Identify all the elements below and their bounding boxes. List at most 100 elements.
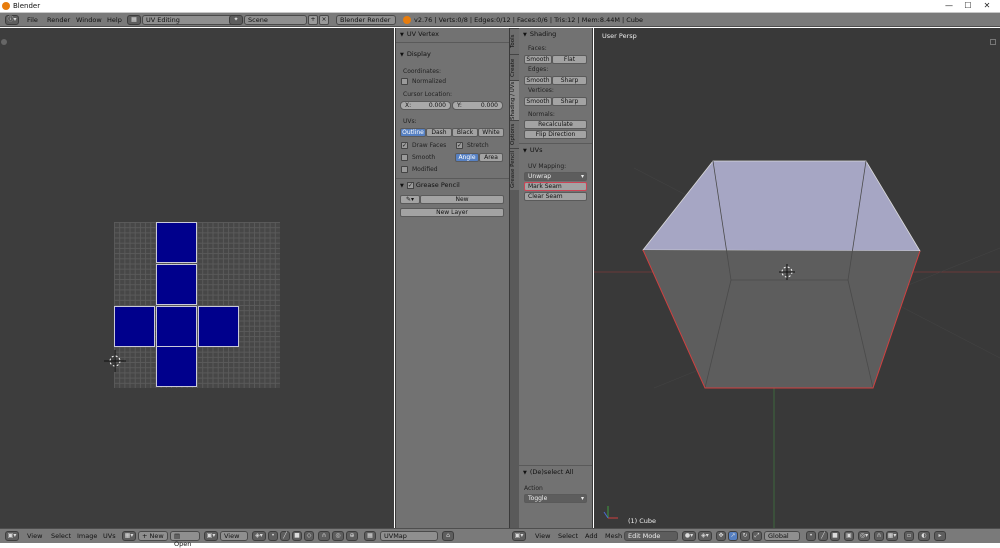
vertices-smooth-button[interactable]: Smooth [524,97,552,106]
deselect-all-header[interactable]: ▼ (De)select All [519,466,592,478]
pivot-icon[interactable]: ▣▾ [204,531,218,541]
menu-render[interactable]: Render [47,16,70,24]
editor-type-icon[interactable]: ⓘ▾ [5,15,19,25]
uv-menu-view[interactable]: View [27,532,42,540]
menu-help[interactable]: Help [107,16,122,24]
shading-mode-icon[interactable]: ●▾ [682,531,696,541]
image-browse-icon[interactable]: ▦▾ [122,531,136,541]
uv-face[interactable] [156,264,197,305]
area-corner-icon[interactable] [1,39,7,45]
render-engine-dropdown[interactable]: Blender Render [336,15,396,25]
scene-icon[interactable]: ✦ [229,15,243,25]
uv-dash-button[interactable]: Dash [426,128,452,137]
uv-editor-type-icon[interactable]: ▣▾ [5,531,19,541]
uv-face[interactable] [198,306,239,347]
action-dropdown[interactable]: Toggle ▾ [524,494,587,503]
cube-top-face[interactable] [642,160,921,252]
uv-outline-button[interactable]: Outline [400,128,426,137]
uv-face[interactable] [156,222,197,263]
clear-seam-button[interactable]: Clear Seam [524,192,587,201]
render-preview-icon[interactable]: ◐ [918,531,930,541]
scale-icon[interactable]: ⤢ [752,531,762,541]
close-button[interactable]: ✕ [978,0,996,12]
vp-menu-select[interactable]: Select [558,532,578,540]
view-dropdown[interactable]: View [220,531,248,541]
vertex-select-icon[interactable]: • [806,531,816,541]
add-scene-button[interactable]: + [308,15,318,25]
uv-menu-uvs[interactable]: UVs [103,532,116,540]
image-open-button[interactable]: ▤ Open [170,531,200,548]
stretch-angle-button[interactable]: Angle [455,153,479,162]
minimize-button[interactable]: — [940,0,958,12]
screen-layout-dropdown[interactable]: UV Editing [142,15,234,25]
face-select-icon[interactable]: ■ [830,531,840,541]
uvmap-icon[interactable]: ▦ [364,531,376,541]
cube-front-face[interactable] [643,250,920,388]
cursor-y-field[interactable]: Y: 0.000 [452,101,503,110]
menu-file[interactable]: File [27,16,38,24]
image-new-button[interactable]: + New [138,531,168,541]
uv-face[interactable] [156,346,197,387]
uv-menu-image[interactable]: Image [77,532,97,540]
draw-faces-checkbox[interactable]: ✓ [401,142,408,149]
snap-target-icon[interactable]: ⊕ [346,531,358,541]
translate-icon[interactable]: ↗ [728,531,738,541]
snap-toggle-icon[interactable]: ∩ [874,531,884,541]
uv-face[interactable] [114,306,155,347]
uv-white-button[interactable]: White [478,128,504,137]
rotate-icon[interactable]: ↻ [740,531,750,541]
delete-scene-button[interactable]: × [319,15,329,25]
recalculate-button[interactable]: Recalculate [524,120,587,129]
orientation-dropdown[interactable]: Global [764,531,800,541]
opengl-render-icon[interactable]: ▸ [934,531,946,541]
uv-menu-select[interactable]: Select [51,532,71,540]
occlude-geometry-icon[interactable]: ▣ [844,531,854,541]
pin-icon[interactable]: ⌂ [442,531,454,541]
modified-checkbox[interactable] [401,166,408,173]
vp-editor-type-icon[interactable]: ▣▾ [512,531,526,541]
manipulator-icon[interactable]: ✥ [716,531,726,541]
layer-icon[interactable]: ▫ [904,531,914,541]
edge-select-icon[interactable]: ╱ [818,531,828,541]
uv-face[interactable] [156,306,197,347]
stretch-checkbox[interactable]: ✓ [456,142,463,149]
vertices-sharp-button[interactable]: Sharp [552,97,587,106]
proportional-edit-icon[interactable]: ◎▾ [858,531,870,541]
snap-element-icon[interactable]: ▦▾ [886,531,898,541]
uv-image-editor[interactable] [0,28,394,528]
stretch-area-button[interactable]: Area [479,153,503,162]
smooth-checkbox[interactable] [401,154,408,161]
uv-select-edge-icon[interactable]: ╱ [280,531,290,541]
screen-layout-icon[interactable]: ▦ [127,15,141,25]
pivot-point-icon[interactable]: ◈▾ [698,531,712,541]
faces-smooth-button[interactable]: Smooth [524,55,552,64]
vp-menu-mesh[interactable]: Mesh [605,532,622,540]
shading-header[interactable]: ▼ Shading [519,28,592,40]
uv-sync-icon[interactable]: ◈▾ [252,531,266,541]
grease-pencil-header[interactable]: ▼ ✓ Grease Pencil [396,179,509,191]
uv-grid[interactable] [114,222,280,388]
uv-select-vertex-icon[interactable]: • [268,531,278,541]
new-layer-button[interactable]: New Layer [400,208,504,217]
uv-vertex-header[interactable]: ▼ UV Vertex [396,28,509,40]
faces-flat-button[interactable]: Flat [552,55,587,64]
grease-pencil-checkbox[interactable]: ✓ [406,181,414,189]
uv-select-island-icon[interactable]: ◇ [304,531,314,541]
maximize-button[interactable]: ☐ [959,0,977,12]
uvs-header[interactable]: ▼ UVs [519,144,592,156]
grease-pencil-icon-button[interactable]: ✎▾ [400,195,420,204]
vp-menu-add[interactable]: Add [585,532,598,540]
uv-black-button[interactable]: Black [452,128,478,137]
proportional-icon[interactable]: ◎ [332,531,344,541]
vp-menu-view[interactable]: View [535,532,550,540]
snap-icon[interactable]: ∩ [318,531,330,541]
display-header[interactable]: ▼ Display [396,48,509,60]
grease-pencil-new-button[interactable]: New [420,195,504,204]
mode-dropdown[interactable]: Edit Mode [624,531,678,541]
cursor-x-field[interactable]: X: 0.000 [400,101,451,110]
edges-smooth-button[interactable]: Smooth [524,76,552,85]
normalized-checkbox[interactable] [401,78,408,85]
edges-sharp-button[interactable]: Sharp [552,76,587,85]
menu-window[interactable]: Window [76,16,102,24]
flip-direction-button[interactable]: Flip Direction [524,130,587,139]
